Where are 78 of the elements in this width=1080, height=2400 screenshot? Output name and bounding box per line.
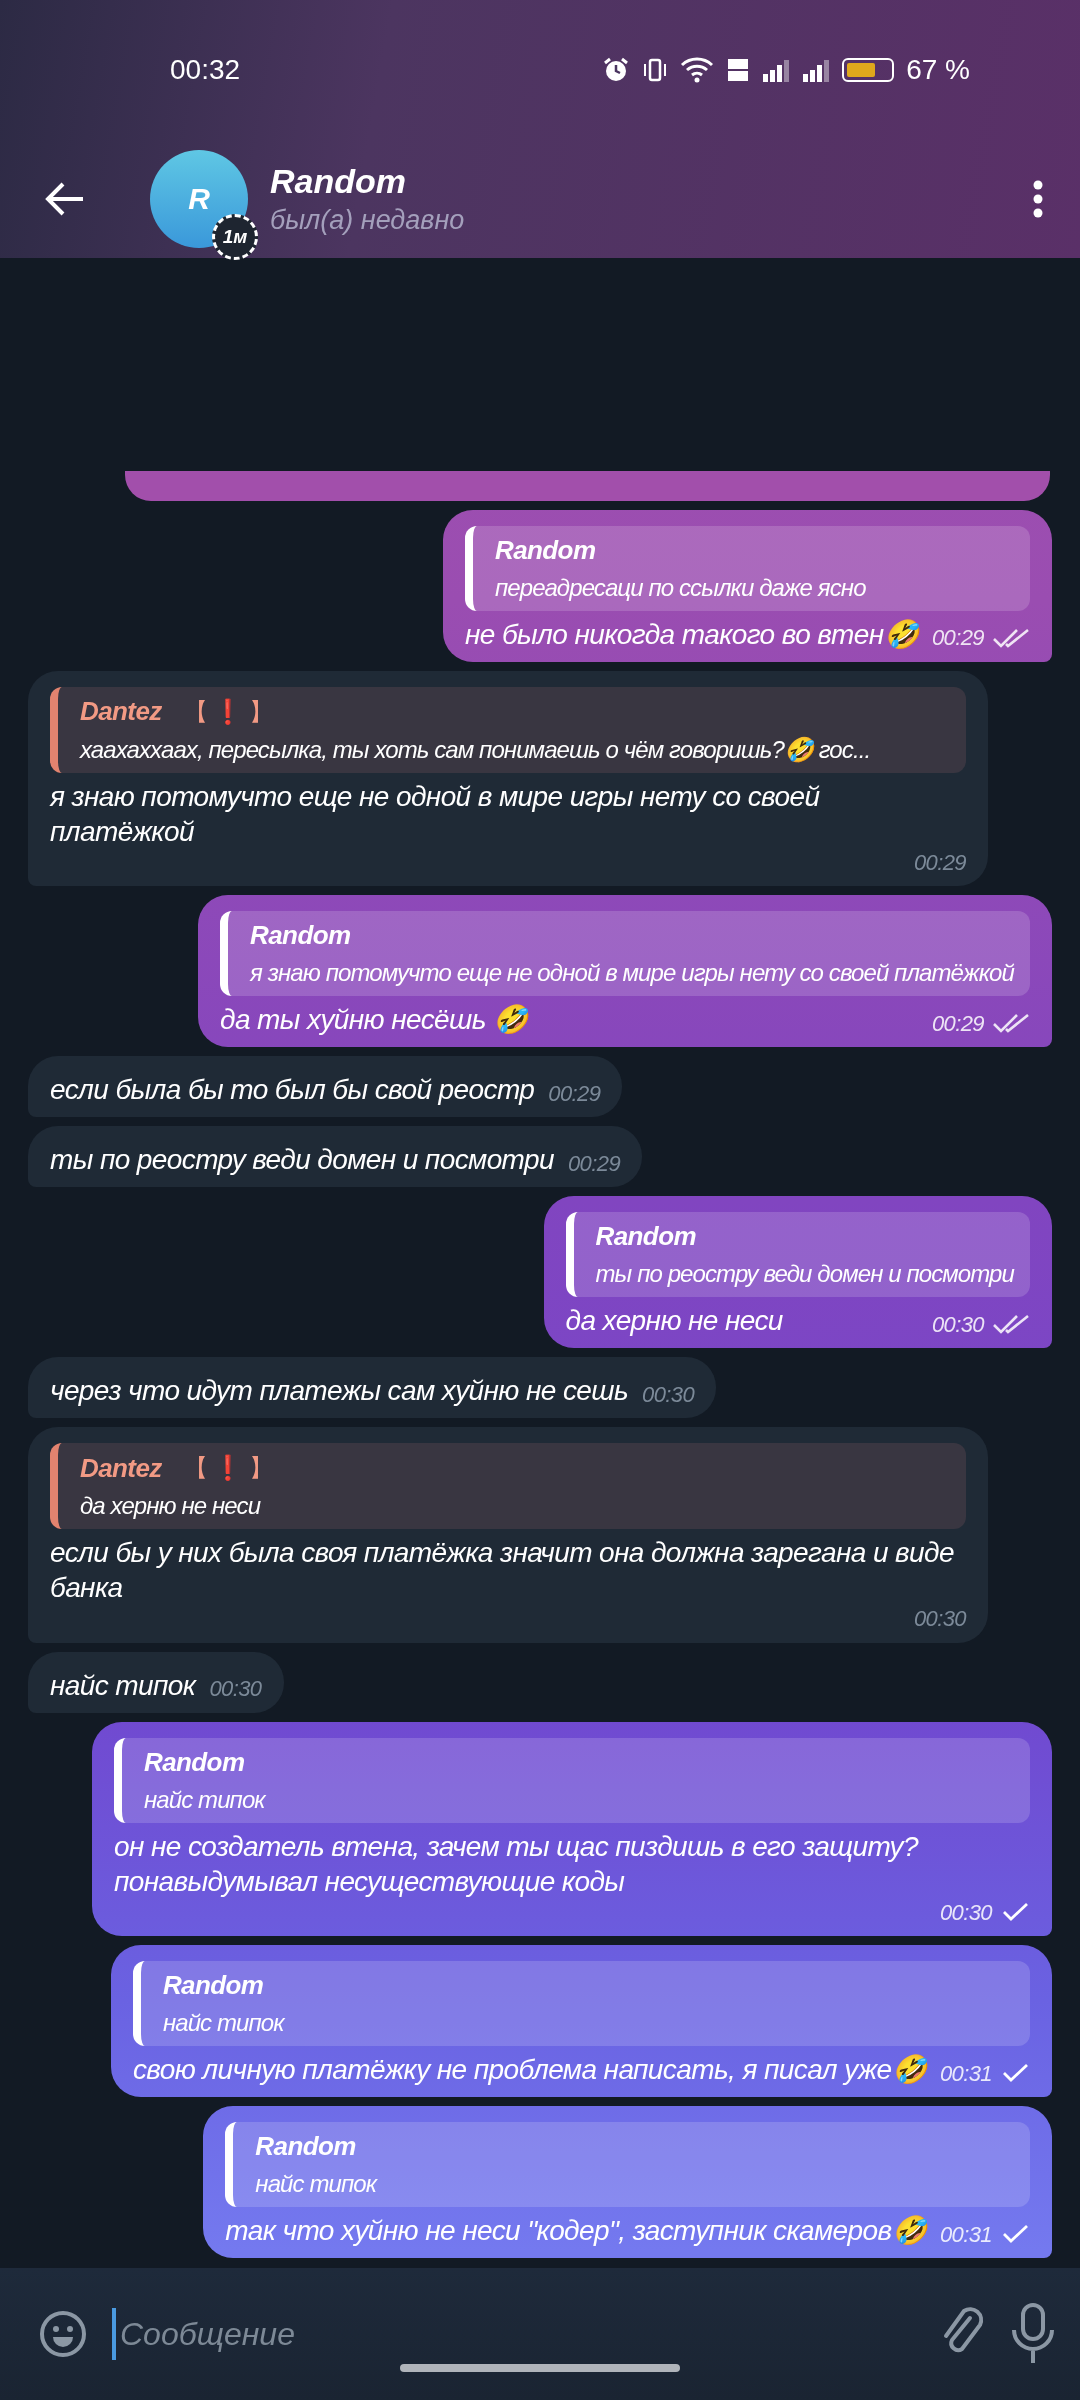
message-bubble[interactable]: Random я знаю потомучто еще не одной в мире игры нету со своей платёжкой да ты хуйню несёшь 🤣 00:29 (198, 895, 1052, 1047)
reply-text: найс типок (255, 2170, 379, 2198)
message-bubble[interactable]: Dantez 【 ❗ 】 да херню не неси если бы у них была своя платёжка значит она должна зарегана и виде банка 00:30 (28, 1427, 988, 1643)
reply-text: хаахаххаах, пересылка, ты хоть сам понимаешь о чём говоришь?🤣 гос... (80, 735, 872, 764)
message-bubble[interactable]: Random найс типок так что хуйню не неси "кодер", заступник скамеров🤣 00:31 (203, 2106, 1052, 2258)
message-text: да ты хуйню несёшь 🤣 (220, 1003, 528, 1037)
reply-quote[interactable]: Random найс типок (114, 1737, 1030, 1823)
reply-author: Random (144, 1746, 245, 1778)
message-text: если была бы то был бы свой реостр (50, 1073, 535, 1107)
message-bubble[interactable]: найс типок 00:30 (28, 1651, 284, 1713)
back-arrow-icon[interactable] (45, 181, 85, 217)
warning-label: 【 ❗ 】 (183, 1453, 272, 1483)
reply-quote[interactable]: Random найс типок (225, 2122, 1030, 2207)
story-badge: 1м (212, 214, 258, 260)
message-text: ты по реостру веди домен и посмотри (50, 1143, 554, 1177)
reply-quote[interactable]: Random найс типок (132, 1961, 1030, 2046)
message-bubble[interactable]: если была бы то был бы свой реостр 00:29 (28, 1056, 623, 1117)
reply-text: ты по реостру веди домен и посмотри (595, 1260, 1014, 1288)
message-time: 00:29 (567, 1149, 621, 1177)
message-bubble[interactable]: Dantez 【 ❗ 】 хаахаххаах, пересылка, ты хоть сам понимаешь о чём говоришь?🤣 гос... я знаю потомучто еще не одной в мире игры нету со своей платёжкой 00:29 (28, 670, 988, 886)
reply-quote[interactable]: Random переадресаци по ссылки даже ясно (465, 525, 1030, 611)
message-time: 00:29 (913, 848, 966, 876)
wifi-icon (680, 56, 715, 84)
battery-icon (842, 58, 895, 82)
message-time: 00:30 (209, 1675, 262, 1703)
message-text: я знаю потомучто еще не одной в мире игры нету со своей платёжкой (50, 779, 821, 849)
reply-text: я знаю потомучто еще не одной в мире игры нету со своей платёжкой (250, 959, 1014, 987)
message-bubble[interactable]: Random найс типок он не создатель втена, зачем ты щас пиздишь в его защиту? понавыдумывал несуществующие коды 00:30 (92, 1721, 1052, 1936)
emoji-icon[interactable] (38, 2309, 88, 2359)
reply-text: найс типок (144, 1785, 267, 1814)
message-time: 00:30 (931, 1310, 984, 1338)
lte-icon (726, 56, 751, 84)
message-bubble[interactable]: через что идут платежы сам хуйню не сешь 00:30 (28, 1357, 717, 1418)
reply-author: Random (250, 920, 351, 951)
message-text: если бы у них была своя платёжка значит она должна зарегана и виде банка (50, 1536, 955, 1605)
message-bubble[interactable]: Random ты по реостру веди домен и посмотри да херню не неси 00:30 (543, 1196, 1052, 1348)
alarm-icon (602, 56, 631, 84)
reply-author: Dantez (80, 1452, 162, 1484)
reply-text: переадресаци по ссылки даже ясно (495, 573, 867, 602)
message-text: не было никогда такого во втен🤣 (465, 617, 918, 652)
signal-icon (802, 58, 831, 82)
message-text: через что идут платежы сам хуйню не сешь (50, 1374, 629, 1408)
message-time: 00:31 (939, 2220, 992, 2248)
message-time: 00:31 (939, 2059, 992, 2087)
message-time: 00:29 (931, 1009, 984, 1037)
reply-quote[interactable]: Dantez 【 ❗ 】 хаахаххаах, пересылка, ты хоть сам понимаешь о чём говоришь?🤣 гос... (50, 686, 966, 773)
message-text: да херню не неси (565, 1304, 783, 1338)
battery-percent: 67 % (906, 54, 970, 86)
status-time: 00:32 (170, 54, 241, 86)
message-text: он не создатель втена, зачем ты щас пиздишь в его защиту? понавыдумывал несуществующие коды (114, 1829, 920, 1899)
reply-author: Random (162, 1970, 264, 2001)
last-seen-status: был(а) недавно (270, 205, 466, 236)
message-bubble[interactable]: ты по реостру веди домен и посмотри 00:29 (28, 1126, 643, 1187)
more-menu-icon[interactable] (1032, 179, 1044, 219)
warning-label: 【 ❗ 】 (183, 696, 272, 727)
message-time: 00:29 (548, 1079, 601, 1107)
message-text: найс типок (50, 1668, 196, 1703)
reply-text: найс типок (162, 2009, 286, 2037)
signal-icon (762, 58, 791, 82)
message-bubble[interactable]: Random переадресаци по ссылки даже ясно не было никогда такого во втен🤣 00:29 (443, 509, 1052, 662)
message-time: 00:29 (931, 624, 984, 652)
microphone-icon[interactable] (1010, 2302, 1056, 2366)
message-text: свою личную платёжку не проблема написать, я писал уже🤣 (132, 2053, 926, 2087)
reply-author: Random (495, 534, 596, 566)
reply-text: да херню не неси (80, 1492, 262, 1520)
reply-quote[interactable]: Random ты по реостру веди домен и посмотри (565, 1212, 1030, 1297)
reply-author: Random (595, 1221, 696, 1252)
message-text: так что хуйню не неси "кодер", заступник скамеров🤣 (225, 2214, 926, 2248)
message-time: 00:30 (913, 1605, 966, 1633)
reply-author: Dantez (80, 696, 162, 727)
message-bubble[interactable]: Random найс типок свою личную платёжку не проблема написать, я писал уже🤣 00:31 (110, 1945, 1052, 2097)
reply-quote[interactable]: Dantez 【 ❗ 】 да херню не неси (50, 1443, 966, 1529)
chat-title: Random (270, 162, 407, 201)
message-time: 00:30 (939, 1898, 992, 1926)
message-time: 00:30 (642, 1380, 695, 1408)
reply-author: Random (255, 2131, 356, 2162)
reply-quote[interactable]: Random я знаю потомучто еще не одной в мире игры нету со своей платёжкой (220, 911, 1030, 996)
vibrate-icon (642, 56, 669, 84)
